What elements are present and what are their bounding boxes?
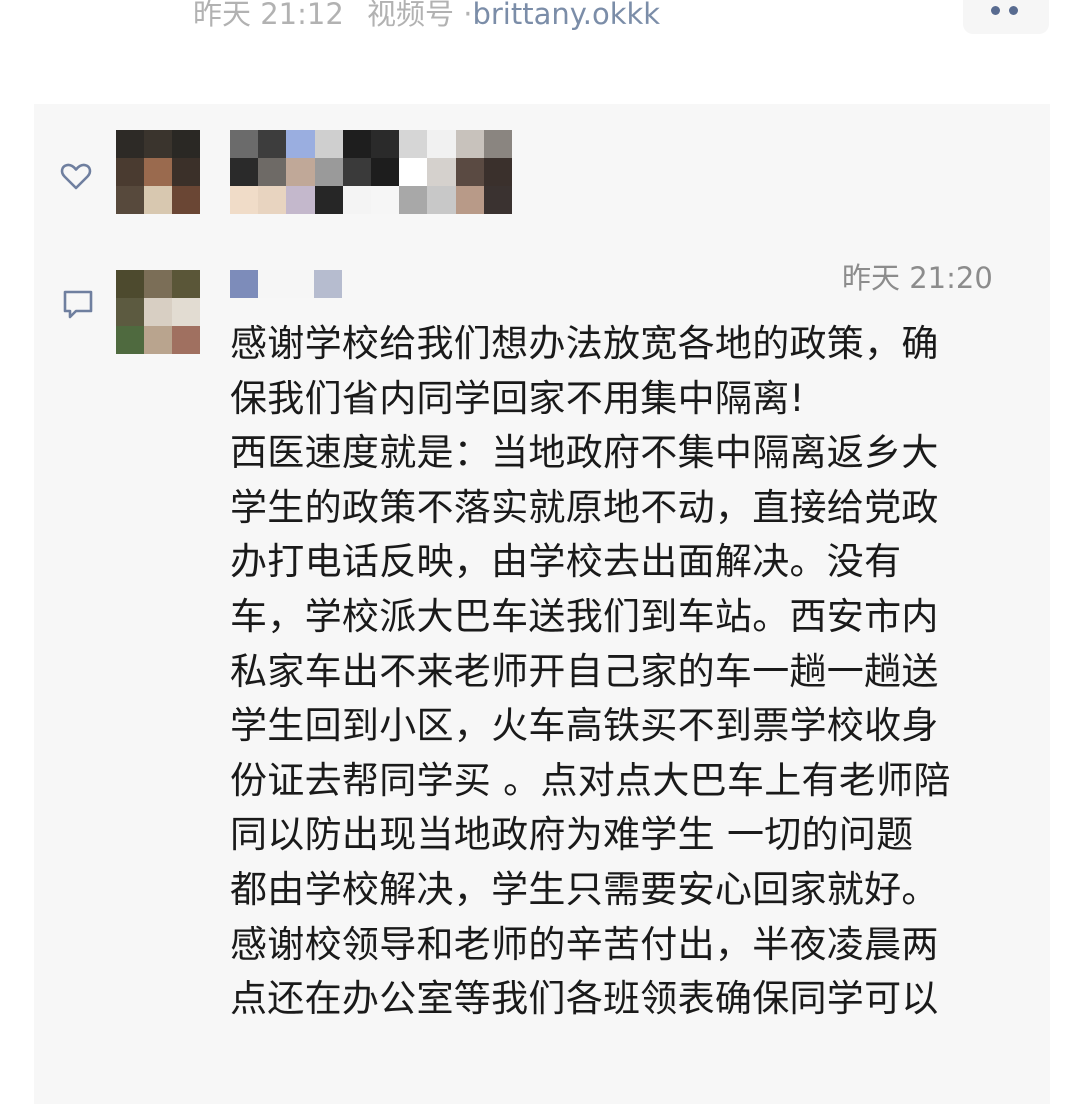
comment-line: 份证去帮同学买 。点对点大巴车上有老师陪	[230, 758, 951, 802]
post-time: 昨天 21:12	[193, 0, 344, 31]
comment-line: 同以防出现当地政府为难学生 一切的问题	[230, 813, 914, 857]
comment-line: 都由学校解决，学生只需要安心回家就好。	[230, 867, 939, 911]
comment-line: 车，学校派大巴车送我们到车站。西安市内	[230, 594, 939, 638]
comment-line: 私家车出不来老师开自己家的车一趟一趟送	[230, 649, 939, 693]
more-dots-icon-dot	[1009, 6, 1018, 15]
more-options-button[interactable]	[963, 0, 1049, 34]
comment-line: 感谢校领导和老师的辛苦付出，半夜凌晨两	[230, 922, 939, 966]
more-dots-icon	[991, 6, 1000, 15]
post-source-account-link[interactable]: brittany.okkk	[472, 0, 660, 34]
commenter-avatar[interactable]	[116, 270, 200, 354]
heart-outline-icon	[60, 163, 92, 190]
comment-bubble-icon	[63, 290, 93, 319]
post-source-prefix: 视频号 ·	[367, 0, 473, 31]
comment-time: 昨天 21:20	[842, 261, 993, 295]
comment-line: 学生的政策不落实就原地不动，直接给党政	[230, 485, 939, 529]
comment-line: 感谢学校给我们想办法放宽各地的政策，确	[230, 322, 939, 365]
liker-avatar[interactable]	[116, 130, 200, 214]
commenter-name-blurred[interactable]	[230, 270, 342, 298]
comment-line: 办打电话反映，由学校去出面解决。没有	[230, 540, 902, 584]
liker-names-blurred[interactable]	[230, 130, 512, 214]
comment-line: 西医速度就是：当地政府不集中隔离返乡大	[230, 431, 939, 475]
post-meta: 昨天 21:12 视频号 · brittany.okkk	[185, 0, 660, 34]
comment-text: 感谢学校给我们想办法放宽各地的政策，确 保我们省内同学回家不用集中隔离! 西医速…	[230, 317, 1030, 1027]
comment-line: 点还在办公室等我们各班领表确保同学可以	[230, 977, 939, 1021]
comment-line: 保我们省内同学回家不用集中隔离!	[230, 376, 805, 420]
comment-line: 学生回到小区，火车高铁买不到票学校收身	[230, 704, 939, 748]
